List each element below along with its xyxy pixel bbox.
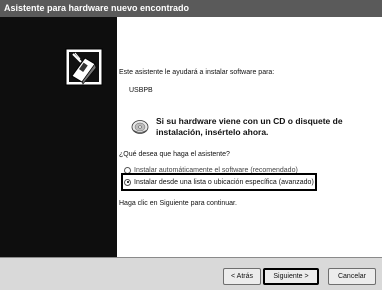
radio-automatic[interactable] (124, 166, 131, 174)
continue-hint: Haga clic en Siguiente para continuar. (119, 200, 237, 207)
option-automatic[interactable]: Instalar automáticamente el software (re… (124, 164, 298, 176)
title-bar: Asistente para hardware nuevo encontrado (0, 0, 382, 17)
button-bar: < Atrás Siguiente > Cancelar (0, 257, 382, 290)
hardware-wizard-icon (65, 48, 103, 86)
device-name: USBPB (129, 87, 153, 94)
option-specific-location[interactable]: Instalar desde una lista o ubicación esp… (121, 173, 317, 191)
window-title: Asistente para hardware nuevo encontrado (4, 3, 190, 13)
cd-prompt: Si su hardware viene con un CD o disquet… (156, 116, 343, 137)
back-button[interactable]: < Atrás (223, 268, 261, 285)
cd-icon (131, 120, 149, 134)
next-button[interactable]: Siguiente > (263, 268, 319, 285)
wizard-window: Asistente para hardware nuevo encontrado… (0, 0, 382, 290)
cancel-button[interactable]: Cancelar (328, 268, 376, 285)
intro-text: Este asistente le ayudará a instalar sof… (119, 69, 275, 76)
option-specific-location-label: Instalar desde una lista o ubicación esp… (134, 178, 314, 186)
wizard-side-panel (0, 17, 117, 257)
option-automatic-label: Instalar automáticamente el software (re… (134, 166, 298, 174)
question-text: ¿Qué desea que haga el asistente? (119, 151, 230, 158)
radio-specific-location[interactable] (124, 178, 131, 186)
wizard-content: Este asistente le ayudará a instalar sof… (117, 17, 382, 257)
